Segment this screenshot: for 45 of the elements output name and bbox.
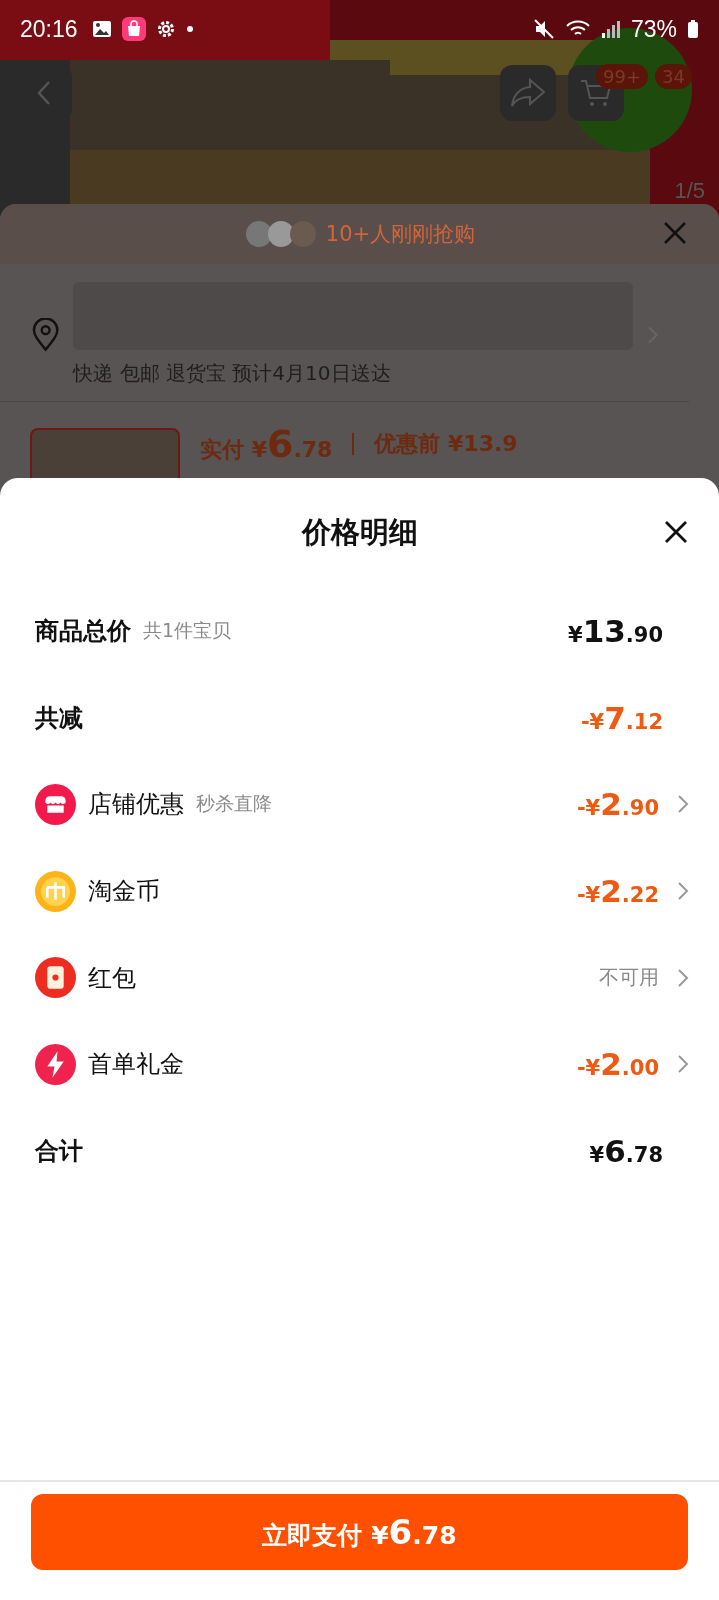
original-price: 优惠前 ¥13.9 [374,430,518,458]
row-note: 秒杀直降 [196,791,272,817]
avatar-icon [243,219,318,249]
close-icon [664,520,688,544]
share-icon [510,78,546,108]
dot-icon [185,25,194,33]
unavailable-note: 不可用 [599,964,659,992]
amount: -¥2.00 [576,1046,659,1083]
chevron-icon [677,794,689,815]
amount: ¥6.78 [589,1132,663,1169]
settings-icon [155,19,176,39]
chevron-icon [677,967,689,988]
signal-icon [600,19,621,39]
sheet-title: 价格明细 [301,514,418,551]
row-note: 共1件宝贝 [143,618,232,644]
share-button[interactable] [500,65,556,121]
back-icon [36,80,52,106]
delivery-info: 快递 包邮 退货宝 预计4月10日送达 [73,360,392,387]
coin-icon [35,870,76,912]
image-counter: 1/5 [674,178,705,204]
amount: -¥7.12 [580,699,663,736]
row-label: 合计 [35,1135,83,1167]
lightning-icon [35,1043,76,1085]
location-pin-icon [32,317,60,352]
envelope-icon [35,957,76,999]
amount: ¥13.90 [568,613,663,650]
battery-icon [687,19,699,39]
status-time: 20:16 [20,15,78,43]
row-label: 红包 [88,962,136,994]
battery-level: 73% [630,15,677,43]
amount: -¥2.90 [576,786,659,823]
row-label: 首单礼金 [88,1049,184,1081]
mute-icon [532,18,555,40]
row-label: 商品总价 [35,616,131,648]
close-icon [663,220,687,245]
chevron-icon [677,1054,689,1075]
row-label: 共减 [35,702,83,734]
paid-price: 实付 ¥6.78 [200,422,333,466]
amount: -¥2.22 [576,873,659,910]
row-label: 淘金币 [88,876,160,908]
pay-button[interactable]: 立即支付 ¥6.78 [31,1494,688,1570]
shop-icon [35,784,76,825]
buyers-note: 10+人刚刚抢购 [325,221,476,248]
row-label: 店铺优惠 [88,789,184,821]
chevron-icon [677,881,689,902]
